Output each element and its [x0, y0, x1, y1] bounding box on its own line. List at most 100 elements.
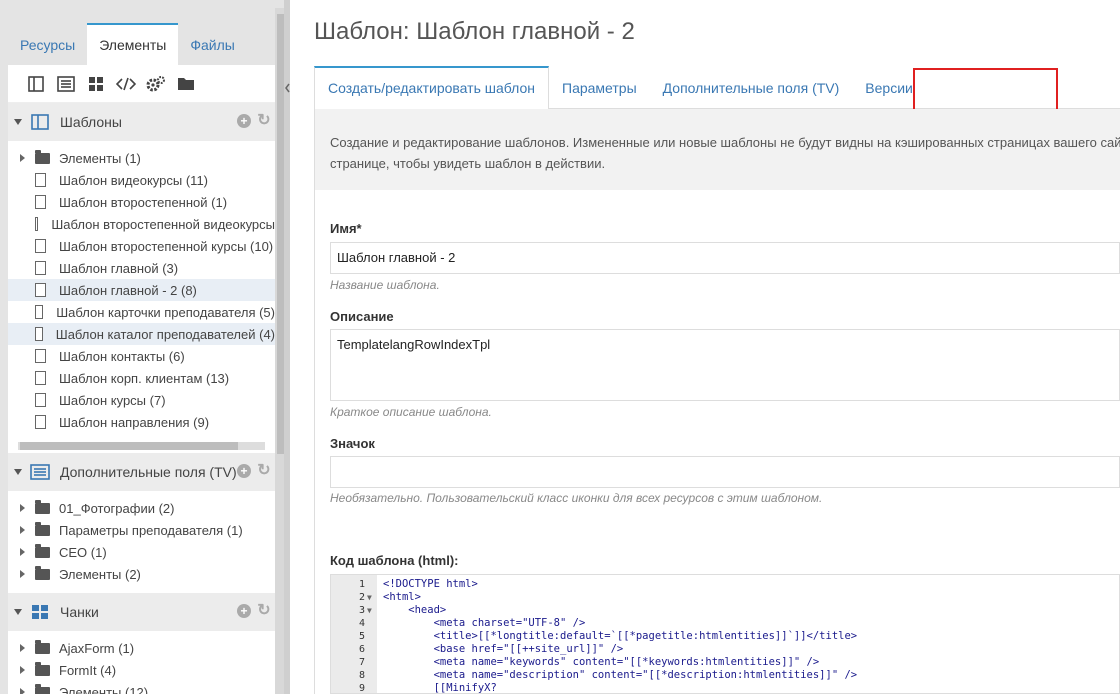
expand-arrow-icon[interactable]: [20, 644, 25, 652]
expand-arrow-icon[interactable]: [20, 666, 25, 674]
code-line[interactable]: 6 <base href="[[++site_url]]" />: [331, 643, 1119, 656]
code-line[interactable]: 5 <title>[[*longtitle:default=`[[*pageti…: [331, 630, 1119, 643]
file-icon: [35, 327, 43, 341]
sidebar-splitter[interactable]: [284, 0, 290, 694]
file-icon: [35, 393, 46, 407]
file-icon: [35, 305, 44, 319]
add-icon[interactable]: +: [237, 464, 251, 478]
expand-arrow-icon[interactable]: [20, 526, 25, 534]
fold-icon[interactable]: ▼: [367, 591, 372, 604]
tree-item-label: Шаблон главной (3): [59, 260, 179, 276]
tab-resources[interactable]: Ресурсы: [8, 23, 87, 65]
file-icon: [35, 217, 39, 231]
tree-file-item[interactable]: Шаблон главной - 2 (8): [8, 279, 275, 301]
code-editor[interactable]: 1 <!DOCTYPE html> 2 ▼ <html> 3 ▼ <head> 4 <meta…: [330, 574, 1120, 694]
tree-item-label: 01_Фотографии (2): [59, 500, 175, 516]
code-text: <meta name="keywords" content="[[*keywor…: [383, 656, 820, 668]
tree-file-item[interactable]: Шаблон каталог преподавателей (4): [8, 323, 275, 345]
tree-folder-item[interactable]: FormIt (4): [8, 659, 275, 681]
tree-file-item[interactable]: Шаблон главной (3): [8, 257, 275, 279]
code-line[interactable]: 2 ▼ <html>: [331, 591, 1119, 604]
code-line[interactable]: 3 ▼ <head>: [331, 604, 1119, 617]
tree-folder-item[interactable]: AjaxForm (1): [8, 637, 275, 659]
refresh-icon[interactable]: ↻: [257, 603, 271, 619]
tree-folder-item[interactable]: Элементы (12): [8, 681, 275, 694]
plugin-icon[interactable]: [146, 74, 166, 94]
code-text: <head>: [383, 604, 447, 616]
sidebar: Ресурсы Элементы Файлы Шаблоны + ↻ Элемен…: [0, 0, 290, 694]
line-number: 3: [358, 605, 365, 616]
file-icon: [35, 173, 46, 187]
add-icon[interactable]: +: [237, 114, 251, 128]
templates-section-header[interactable]: Шаблоны + ↻: [8, 103, 275, 141]
tree-file-item[interactable]: Шаблон видеокурсы (11): [8, 169, 275, 191]
icon-label: Значок: [330, 436, 375, 451]
tree-folder-item[interactable]: Параметры преподавателя (1): [8, 519, 275, 541]
description-textarea[interactable]: TemplatelangRowIndexTpl: [330, 329, 1120, 401]
folder-icon: [35, 639, 50, 654]
expand-arrow-icon[interactable]: [20, 504, 25, 512]
file-icon: [35, 371, 46, 385]
tree-file-item[interactable]: Шаблон второстепенной курсы (10): [8, 235, 275, 257]
template-icon: [30, 112, 50, 132]
tree-item-label: Элементы (1): [59, 150, 141, 166]
code-line[interactable]: 7 <meta name="keywords" content="[[*keyw…: [331, 656, 1119, 669]
snippet-icon[interactable]: [116, 74, 136, 94]
chunk-icon: [30, 602, 50, 622]
icon-input[interactable]: [330, 456, 1120, 488]
page-title: Шаблон: Шаблон главной - 2: [314, 18, 635, 45]
chunk-icon[interactable]: [86, 74, 106, 94]
tab-elements[interactable]: Элементы: [87, 23, 179, 65]
file-icon: [35, 239, 46, 253]
collapse-sidebar-icon[interactable]: [285, 78, 290, 98]
category-icon[interactable]: [176, 74, 196, 94]
tab-parameters[interactable]: Параметры: [549, 66, 650, 108]
tree-item-label: Элементы (12): [59, 684, 149, 694]
tree-folder-item[interactable]: Элементы (2): [8, 563, 275, 585]
horizontal-scrollbar[interactable]: [8, 437, 275, 451]
template-icon[interactable]: [26, 74, 46, 94]
collapse-icon[interactable]: [14, 469, 22, 475]
expand-arrow-icon[interactable]: [20, 688, 25, 694]
tree-folder-item[interactable]: Элементы (1): [8, 147, 275, 169]
tree-folder-item[interactable]: 01_Фотографии (2): [8, 497, 275, 519]
refresh-icon[interactable]: ↻: [257, 463, 271, 479]
tab-tvs[interactable]: Дополнительные поля (TV): [650, 66, 853, 108]
fold-icon[interactable]: ▼: [367, 604, 372, 617]
tree-file-item[interactable]: Шаблон контакты (6): [8, 345, 275, 367]
tree-file-item[interactable]: Шаблон корп. клиентам (13): [8, 367, 275, 389]
expand-arrow-icon[interactable]: [20, 154, 25, 162]
tvs-section-header[interactable]: Дополнительные поля (TV) + ↻: [8, 453, 275, 491]
tree-file-item[interactable]: Шаблон второстепенной (1): [8, 191, 275, 213]
tree-file-item[interactable]: Шаблон второстепенной видеокурсы: [8, 213, 275, 235]
name-input[interactable]: Шаблон главной - 2: [330, 242, 1120, 274]
code-text: <html>: [383, 591, 421, 603]
expand-arrow-icon[interactable]: [20, 548, 25, 556]
tab-edit-template[interactable]: Создать/редактировать шаблон: [314, 66, 550, 109]
tv-icon: [30, 462, 50, 482]
code-line[interactable]: 9 [[MinifyX?: [331, 682, 1119, 694]
tree-item-label: Шаблон курсы (7): [59, 392, 166, 408]
chunks-section-header[interactable]: Чанки + ↻: [8, 593, 275, 631]
expand-arrow-icon[interactable]: [20, 570, 25, 578]
tree-file-item[interactable]: Шаблон карточки преподавателя (5): [8, 301, 275, 323]
folder-icon: [35, 521, 50, 536]
tree-file-item[interactable]: Шаблон курсы (7): [8, 389, 275, 411]
collapse-icon[interactable]: [14, 119, 22, 125]
code-line[interactable]: 1 <!DOCTYPE html>: [331, 578, 1119, 591]
folder-icon: [35, 661, 50, 676]
tv-icon[interactable]: [56, 74, 76, 94]
code-text: [[MinifyX?: [383, 682, 497, 694]
add-icon[interactable]: +: [237, 604, 251, 618]
chunks-tree: AjaxForm (1) FormIt (4) Элементы (12): [8, 631, 275, 694]
folder-icon: [35, 683, 50, 694]
tree-folder-item[interactable]: CEO (1): [8, 541, 275, 563]
description-line-2: странице, чтобы увидеть шаблон в действи…: [330, 156, 606, 171]
collapse-icon[interactable]: [14, 609, 22, 615]
tab-files[interactable]: Файлы: [178, 23, 246, 65]
tree-file-item[interactable]: Шаблон направления (9): [8, 411, 275, 433]
code-line[interactable]: 4 <meta charset="UTF-8" />: [331, 617, 1119, 630]
refresh-icon[interactable]: ↻: [257, 113, 271, 129]
tree-item-label: Шаблон главной - 2 (8): [59, 282, 197, 298]
code-line[interactable]: 8 <meta name="description" content="[[*d…: [331, 669, 1119, 682]
